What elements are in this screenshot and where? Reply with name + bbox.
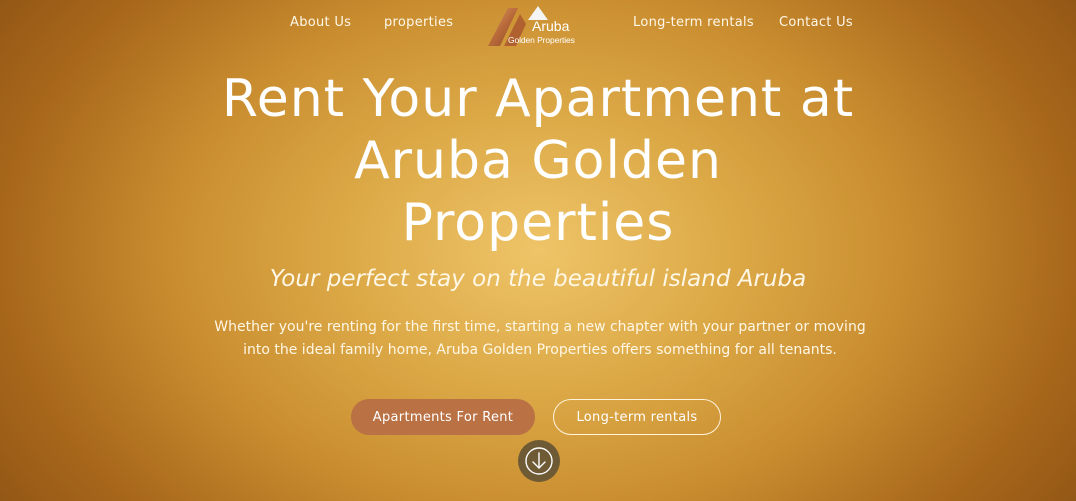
nav-link-about-us[interactable]: About Us [290, 15, 351, 30]
long-term-rentals-button[interactable]: Long-term rentals [553, 399, 721, 435]
logo[interactable]: Aruba Golden Properties [486, 0, 578, 48]
hero-title-line: Rent Your Apartment at [221, 69, 855, 129]
hero-title-line: Properties [401, 193, 675, 253]
scroll-down-button[interactable] [518, 440, 560, 482]
nav-link-long-term-rentals[interactable]: Long-term rentals [633, 15, 754, 30]
hero-description: Whether you're renting for the first tim… [214, 319, 866, 358]
apartments-for-rent-button[interactable]: Apartments For Rent [351, 399, 535, 435]
top-navigation: About Us properties Aruba Golden Propert… [0, 0, 1076, 50]
nav-link-properties[interactable]: properties [384, 15, 453, 30]
arrow-down-circle-icon [525, 447, 553, 475]
hero-subtitle: Your perfect stay on the beautiful islan… [269, 266, 807, 292]
nav-link-contact-us[interactable]: Contact Us [779, 15, 853, 30]
hero-title: Rent Your Apartment at Aruba Golden Prop… [0, 68, 1076, 254]
logo-title: Aruba [532, 18, 570, 34]
logo-subtitle: Golden Properties [508, 35, 575, 45]
hero-title-line: Aruba Golden [354, 131, 722, 191]
